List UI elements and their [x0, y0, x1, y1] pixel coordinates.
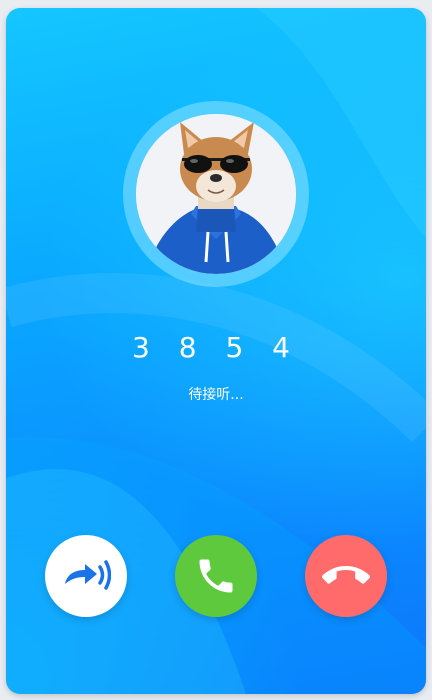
call-status: 待接听...: [188, 387, 244, 403]
forward-call-icon: [65, 560, 111, 590]
caller-number: 3 8 5 4: [132, 331, 300, 364]
answer-call-button[interactable]: [175, 535, 257, 617]
phone-hangup-icon: [322, 566, 370, 584]
incoming-call-screen: 3 8 5 4 待接听...: [6, 8, 426, 694]
dog-avatar-illustration: [136, 114, 296, 274]
avatar-ring: [123, 101, 309, 287]
decline-call-button[interactable]: [305, 535, 387, 617]
phone-answer-icon: [199, 559, 233, 593]
caller-avatar: [136, 114, 296, 274]
forward-call-button[interactable]: [45, 535, 127, 617]
